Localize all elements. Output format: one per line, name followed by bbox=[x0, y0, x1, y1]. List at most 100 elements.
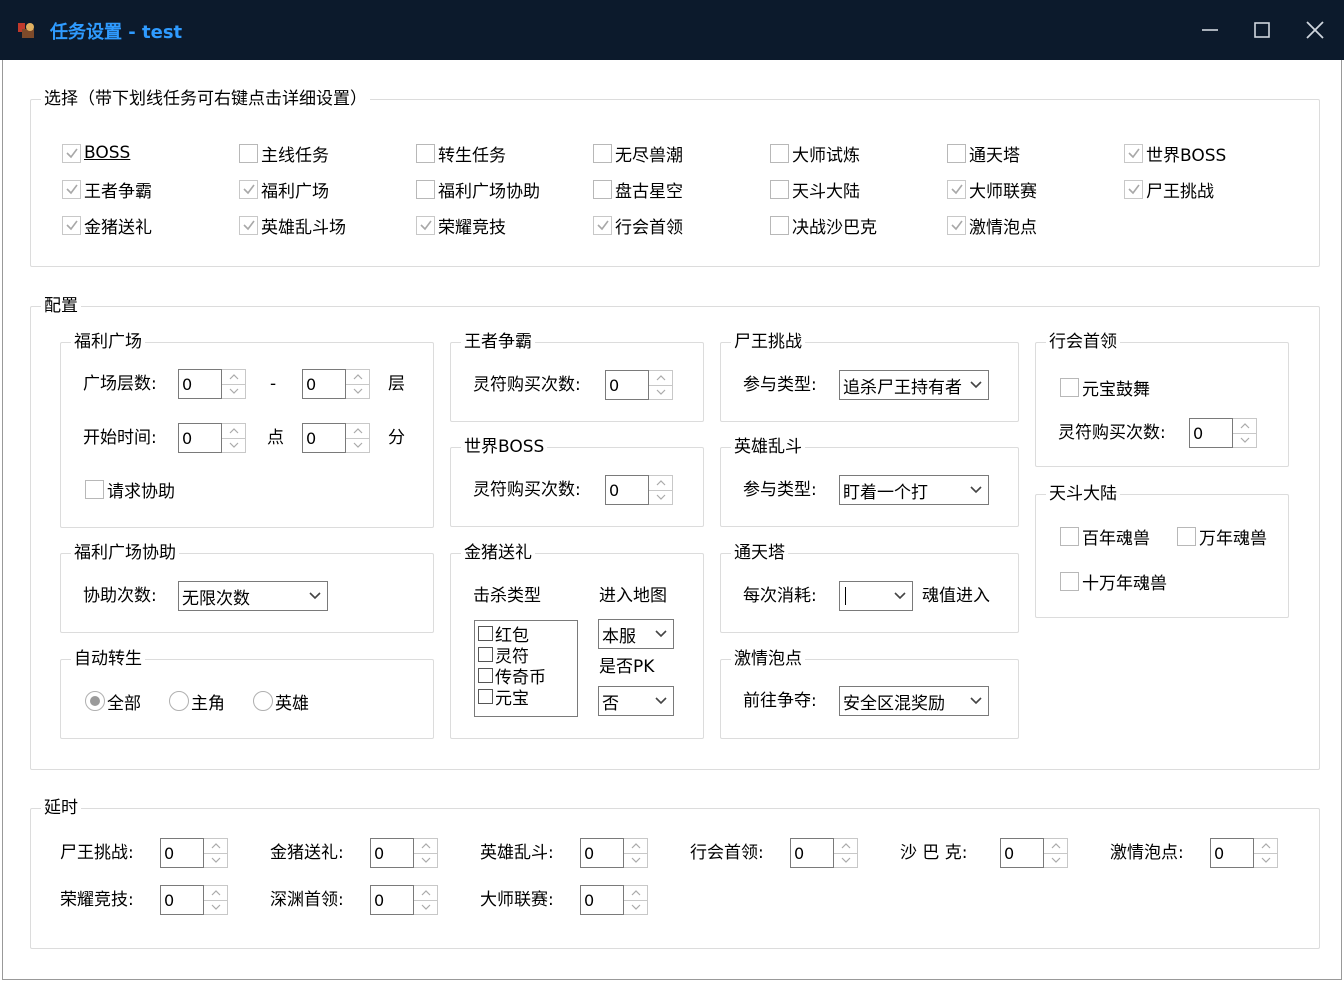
start-hour-input[interactable] bbox=[178, 423, 222, 453]
checkbox-box[interactable] bbox=[416, 179, 435, 199]
checkmark-icon[interactable] bbox=[416, 215, 435, 235]
kill-type-list[interactable]: 红包 灵符 传奇币 元宝 bbox=[474, 620, 578, 717]
delay-spinner[interactable] bbox=[790, 838, 858, 868]
delay-input[interactable] bbox=[1000, 838, 1044, 868]
checkmark-icon[interactable] bbox=[593, 215, 612, 235]
spin-down-icon[interactable] bbox=[346, 385, 369, 399]
rebirth-radio-all[interactable]: 全部 bbox=[85, 689, 141, 714]
task-checkbox[interactable]: 激情泡点 bbox=[947, 213, 1037, 238]
world-boss-buy-spinner[interactable] bbox=[605, 475, 673, 505]
spin-down-icon[interactable] bbox=[346, 439, 369, 453]
chevron-down-icon[interactable] bbox=[888, 582, 912, 610]
task-checkbox[interactable]: 尸王挑战 bbox=[1124, 177, 1214, 202]
list-item[interactable]: 元宝 bbox=[475, 686, 577, 709]
checkbox-box[interactable] bbox=[239, 143, 258, 163]
delay-spinner[interactable] bbox=[1000, 838, 1068, 868]
spin-up-icon[interactable] bbox=[1233, 419, 1256, 434]
pk-select[interactable]: 否 bbox=[598, 686, 674, 716]
checkbox-box[interactable] bbox=[593, 143, 612, 163]
delay-spinner[interactable] bbox=[1210, 838, 1278, 868]
radio-circle[interactable] bbox=[169, 691, 189, 711]
spin-up-icon[interactable] bbox=[204, 839, 227, 854]
task-checkbox[interactable]: 行会首领 bbox=[593, 213, 683, 238]
minimize-button[interactable] bbox=[1192, 12, 1228, 48]
spin-down-icon[interactable] bbox=[649, 491, 672, 505]
spin-up-icon[interactable] bbox=[346, 370, 369, 385]
passion-target-select[interactable]: 安全区混奖励 bbox=[839, 686, 989, 716]
list-item[interactable]: 红包 bbox=[475, 623, 577, 646]
close-button[interactable] bbox=[1297, 12, 1333, 48]
checkmark-icon[interactable] bbox=[1124, 179, 1143, 199]
task-checkbox[interactable]: 主线任务 bbox=[239, 141, 329, 166]
chevron-down-icon[interactable] bbox=[649, 620, 673, 648]
task-checkbox[interactable]: 福利广场协助 bbox=[416, 177, 540, 202]
task-checkbox[interactable]: 天斗大陆 bbox=[770, 177, 860, 202]
task-checkbox[interactable]: 荣耀竞技 bbox=[416, 213, 506, 238]
spin-up-icon[interactable] bbox=[414, 886, 437, 901]
request-help-checkbox[interactable]: 请求协助 bbox=[85, 477, 175, 502]
hero-type-select[interactable]: 盯着一个打 bbox=[839, 475, 989, 505]
chevron-down-icon[interactable] bbox=[303, 582, 327, 610]
spin-up-icon[interactable] bbox=[222, 370, 245, 385]
task-checkbox[interactable]: 大师试炼 bbox=[770, 141, 860, 166]
rebirth-radio-hero[interactable]: 英雄 bbox=[253, 689, 309, 714]
spin-down-icon[interactable] bbox=[1044, 854, 1067, 868]
checkbox-box[interactable] bbox=[947, 143, 966, 163]
ten-thousand-year-beast-checkbox[interactable]: 万年魂兽 bbox=[1177, 524, 1267, 549]
spin-up-icon[interactable] bbox=[1254, 839, 1277, 854]
task-checkbox[interactable]: 转生任务 bbox=[416, 141, 506, 166]
spin-down-icon[interactable] bbox=[834, 854, 857, 868]
task-checkbox[interactable]: 大师联赛 bbox=[947, 177, 1037, 202]
guild-buy-spinner[interactable] bbox=[1189, 418, 1257, 448]
checkmark-icon[interactable] bbox=[62, 179, 81, 199]
delay-spinner[interactable] bbox=[160, 885, 228, 915]
start-hour-spinner[interactable] bbox=[178, 423, 246, 453]
spin-up-icon[interactable] bbox=[649, 476, 672, 491]
spin-up-icon[interactable] bbox=[204, 886, 227, 901]
radio-circle[interactable] bbox=[85, 691, 105, 711]
floor-to-spinner[interactable] bbox=[302, 369, 370, 399]
spin-down-icon[interactable] bbox=[204, 854, 227, 868]
spin-down-icon[interactable] bbox=[1233, 434, 1256, 448]
hundred-thousand-year-beast-checkbox[interactable]: 十万年魂兽 bbox=[1060, 569, 1167, 594]
king-buy-input[interactable] bbox=[605, 370, 649, 400]
start-minute-input[interactable] bbox=[302, 423, 346, 453]
corpse-type-select[interactable]: 追杀尸王持有者 bbox=[839, 370, 989, 400]
task-checkbox[interactable]: 决战沙巴克 bbox=[770, 213, 877, 238]
list-item[interactable]: 传奇币 bbox=[475, 665, 577, 688]
spin-up-icon[interactable] bbox=[414, 839, 437, 854]
delay-input[interactable] bbox=[160, 838, 204, 868]
task-checkbox[interactable]: 盘古星空 bbox=[593, 177, 683, 202]
delay-input[interactable] bbox=[370, 838, 414, 868]
checkbox-box[interactable] bbox=[770, 215, 789, 235]
spin-down-icon[interactable] bbox=[1254, 854, 1277, 868]
world-boss-buy-input[interactable] bbox=[605, 475, 649, 505]
checkmark-icon[interactable] bbox=[947, 215, 966, 235]
task-checkbox[interactable]: 通天塔 bbox=[947, 141, 1020, 166]
task-checkbox[interactable]: 无尽兽潮 bbox=[593, 141, 683, 166]
delay-spinner[interactable] bbox=[370, 885, 438, 915]
floor-from-input[interactable] bbox=[178, 369, 222, 399]
hundred-year-beast-checkbox[interactable]: 百年魂兽 bbox=[1060, 524, 1150, 549]
delay-spinner[interactable] bbox=[580, 838, 648, 868]
tower-cost-select[interactable] bbox=[839, 581, 913, 611]
floor-to-input[interactable] bbox=[302, 369, 346, 399]
checkbox-box[interactable] bbox=[770, 143, 789, 163]
delay-spinner[interactable] bbox=[370, 838, 438, 868]
delay-input[interactable] bbox=[1210, 838, 1254, 868]
task-checkbox[interactable]: 王者争霸 bbox=[62, 177, 152, 202]
checkbox-box[interactable] bbox=[593, 179, 612, 199]
task-checkbox[interactable]: 福利广场 bbox=[239, 177, 329, 202]
spin-up-icon[interactable] bbox=[1044, 839, 1067, 854]
checkbox-box[interactable] bbox=[478, 626, 493, 641]
checkbox-box[interactable] bbox=[770, 179, 789, 199]
chevron-down-icon[interactable] bbox=[964, 371, 988, 399]
checkmark-icon[interactable] bbox=[947, 179, 966, 199]
checkbox-box[interactable] bbox=[478, 689, 493, 704]
checkmark-icon[interactable] bbox=[239, 215, 258, 235]
spin-down-icon[interactable] bbox=[204, 901, 227, 915]
checkbox-box[interactable] bbox=[85, 479, 104, 499]
delay-spinner[interactable] bbox=[580, 885, 648, 915]
spin-up-icon[interactable] bbox=[346, 424, 369, 439]
start-minute-spinner[interactable] bbox=[302, 423, 370, 453]
